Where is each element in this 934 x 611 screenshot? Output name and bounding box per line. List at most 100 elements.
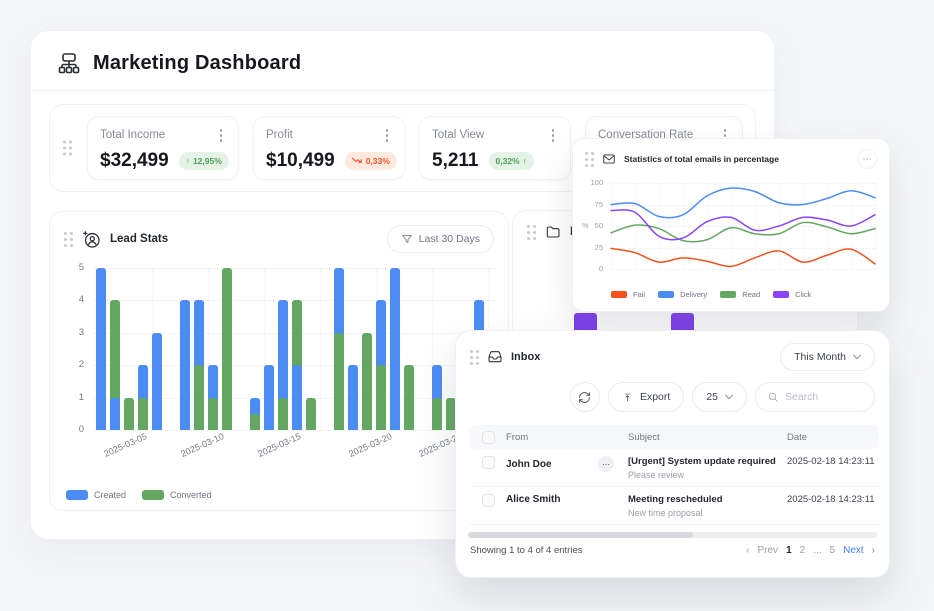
pagination-next[interactable]: ›: [872, 545, 875, 556]
series-line-delivery: [611, 188, 875, 218]
legend-label: Click: [795, 290, 811, 299]
table-row[interactable]: John Doe ⋯ [Urgent] System update required…: [470, 449, 879, 487]
legend-label: Created: [94, 490, 126, 500]
series-line-read: [611, 222, 875, 241]
row-checkbox[interactable]: [482, 456, 495, 469]
drag-handle[interactable]: [585, 152, 594, 167]
bar: [96, 268, 106, 430]
lead-legend: Created Converted: [66, 490, 212, 500]
legend-label: Fail: [633, 290, 645, 299]
subject-cell: Meeting rescheduledNew time proposal: [628, 494, 787, 518]
page-size-dropdown[interactable]: 25: [692, 382, 747, 412]
drag-handle[interactable]: [64, 232, 73, 247]
y-axis-tick-label: 25: [575, 243, 603, 252]
converted-bar: [208, 398, 218, 430]
bar: [194, 268, 204, 430]
scrollbar-thumb[interactable]: [468, 532, 693, 538]
bar: [250, 268, 260, 430]
gridline: [94, 430, 496, 431]
y-axis-tick-label: 0: [575, 264, 603, 273]
stat-title: Total Income: [100, 129, 165, 141]
column-header-date: Date: [787, 432, 879, 443]
bar-group: 2025-03-10: [180, 268, 232, 430]
drag-handle[interactable]: [527, 225, 536, 240]
bar: [222, 268, 232, 430]
email-stats-panel: Statistics of total emails in percentage…: [572, 138, 890, 312]
kebab-menu-icon[interactable]: [548, 127, 559, 144]
bar: [348, 268, 358, 430]
bar-groups: 2025-03-052025-03-102025-03-152025-03-20…: [96, 268, 498, 430]
converted-bar: [194, 365, 204, 430]
subject-text: [Urgent] System update required: [628, 456, 787, 467]
bar: [152, 268, 162, 430]
horizontal-scrollbar[interactable]: [468, 532, 877, 538]
from-cell: John Doe ⋯: [506, 456, 628, 472]
date-filter-button[interactable]: Last 30 Days: [387, 225, 494, 253]
converted-bar: [334, 333, 344, 430]
pagination-page[interactable]: 2: [800, 545, 806, 556]
pagination-prev[interactable]: Prev: [758, 545, 779, 556]
y-axis-tick-label: 50: [575, 221, 603, 230]
legend-item: Fail: [611, 290, 645, 299]
table-row[interactable]: Alice Smith Meeting rescheduledNew time p…: [470, 487, 879, 525]
pagination: ‹ Prev 12... 5 Next ›: [746, 545, 875, 556]
refresh-button[interactable]: [570, 382, 600, 412]
from-cell: Alice Smith: [506, 494, 628, 505]
legend-swatch: [66, 490, 88, 500]
select-all-checkbox[interactable]: [482, 431, 495, 444]
row-checkbox-cell: [470, 456, 506, 469]
panel-title: Lead Stats: [110, 233, 168, 245]
bar: [362, 268, 372, 430]
trend-badge: 0,33%: [345, 152, 397, 170]
row-checkbox[interactable]: [482, 494, 495, 507]
legend-item: Read: [720, 290, 760, 299]
bar: [138, 268, 148, 430]
kebab-menu-icon[interactable]: [216, 127, 227, 144]
period-dropdown[interactable]: This Month: [780, 343, 875, 371]
converted-bar: [250, 414, 260, 430]
legend-label: Converted: [170, 490, 212, 500]
bar: [208, 268, 218, 430]
inbox-footer: Showing 1 to 4 of 4 entries ‹Prev12...5N…: [470, 545, 875, 556]
date-cell: 2025-02-18 14:23:11: [787, 456, 879, 467]
pagination-page[interactable]: 5: [830, 545, 836, 556]
gridline: [875, 183, 876, 269]
bar: [376, 268, 386, 430]
bar: [306, 268, 316, 430]
drag-handle[interactable]: [63, 141, 72, 156]
refresh-icon: [578, 391, 591, 404]
converted-bar: [222, 268, 232, 430]
bar: [292, 268, 302, 430]
export-button[interactable]: Export: [608, 382, 684, 412]
stat-title: Profit: [266, 129, 293, 141]
created-bar: [292, 365, 302, 430]
stat-title: Total View: [432, 129, 484, 141]
pagination-ellipsis[interactable]: ...: [813, 545, 821, 556]
sender-name: Alice Smith: [506, 494, 560, 505]
pagination-next[interactable]: Next: [843, 545, 864, 556]
email-legend: FailDeliveryReadClick: [611, 290, 811, 299]
sender-name: John Doe: [506, 459, 552, 470]
kebab-menu-icon[interactable]: [382, 127, 393, 144]
inbox-table-body: John Doe ⋯ [Urgent] System update required…: [470, 449, 879, 525]
drag-handle[interactable]: [470, 350, 479, 365]
ellipsis-menu-button[interactable]: ⋯: [857, 149, 877, 169]
pagination-prev[interactable]: ‹: [746, 545, 749, 556]
converted-bar: [124, 398, 134, 430]
stat-card-profit: Profit $10,499 0,33%: [253, 116, 405, 180]
created-bar: [264, 365, 274, 430]
bar: [390, 268, 400, 430]
legend-swatch: [773, 291, 789, 298]
panel-title: Inbox: [511, 351, 540, 363]
inbox-panel: Inbox This Month Export 25 From Subject …: [455, 330, 890, 578]
converted-bar: [138, 398, 148, 430]
bar: [404, 268, 414, 430]
arrow-up-icon: ↑: [186, 156, 190, 166]
preview-text: Please review: [628, 470, 787, 480]
line-chart-svg: [611, 183, 875, 269]
pagination-page[interactable]: 1: [786, 545, 792, 556]
search-input[interactable]: [785, 391, 863, 403]
row-menu-button[interactable]: ⋯: [598, 456, 614, 472]
bar: [180, 268, 190, 430]
bar-group: 2025-03-20: [334, 268, 414, 430]
